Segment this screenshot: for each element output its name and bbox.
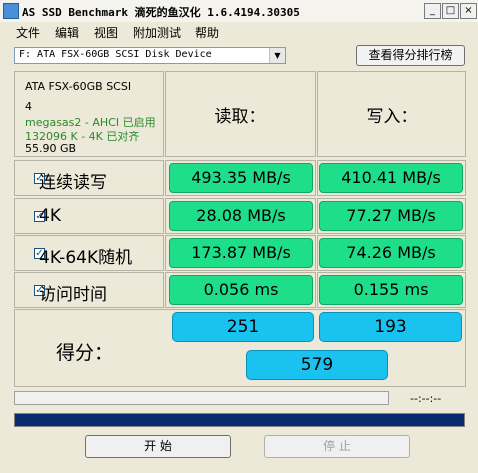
read-header: 读取： (214, 107, 266, 127)
sequential-write-value: 410.41 MB/s (319, 163, 463, 193)
4k-64k-label: 4K-64K随机 (39, 248, 133, 268)
menu-extra-tests[interactable]: 附加测试 (133, 24, 181, 41)
4k-64k-write-value: 74.26 MB/s (319, 238, 463, 268)
chevron-down-icon[interactable]: ▼ (269, 48, 285, 63)
close-button[interactable]: × (460, 3, 477, 19)
write-header: 写入： (366, 107, 418, 127)
row-access-time: ✓ 访问时间 (14, 272, 164, 308)
window-title: AS SSD Benchmark 滴死的鱼汉化 1.6.4194.30305 (22, 6, 300, 19)
start-button[interactable]: 开 始 (85, 435, 231, 458)
test-progress-bar (14, 391, 389, 405)
menu-file[interactable]: 文件 (16, 24, 40, 41)
score-total-value: 579 (246, 350, 388, 380)
score-read-value: 251 (172, 312, 314, 342)
score-write-value: 193 (319, 312, 462, 342)
row-4k-64thrd: ✓ 4K-64K随机 (14, 235, 164, 271)
row-4k: ✓ 4K (14, 198, 164, 234)
drive-select-value: F: ATA FSX-60GB SCSI Disk Device (19, 49, 212, 60)
4k-read-value: 28.08 MB/s (169, 201, 313, 231)
score-label: 得分： (56, 342, 114, 364)
overall-progress-fill (15, 414, 464, 426)
access-time-read-value: 0.056 ms (169, 275, 313, 305)
sequential-label: 连续读写 (39, 173, 107, 193)
sequential-read-value: 493.35 MB/s (169, 163, 313, 193)
4k-write-value: 77.27 MB/s (319, 201, 463, 231)
drive-select[interactable]: F: ATA FSX-60GB SCSI Disk Device ▼ (14, 47, 286, 64)
drive-model: ATA FSX-60GB SCSI (25, 80, 132, 93)
drive-size: 55.90 GB (25, 142, 77, 155)
app-icon (3, 3, 19, 19)
drive-info-panel: ATA FSX-60GB SCSI 4 megasas2 - AHCI 已启用 … (14, 71, 164, 157)
minimize-button[interactable]: _ (424, 3, 441, 19)
drive-number: 4 (25, 100, 32, 113)
app-window: AS SSD Benchmark 滴死的鱼汉化 1.6.4194.30305 _… (0, 0, 478, 473)
write-header-panel: 写入： (317, 71, 466, 157)
stop-button[interactable]: 停 止 (264, 435, 410, 458)
access-time-write-value: 0.155 ms (319, 275, 463, 305)
menu-edit[interactable]: 编辑 (55, 24, 79, 41)
row-sequential: ✓ 连续读写 (14, 160, 164, 196)
maximize-button[interactable]: □ (442, 3, 459, 19)
access-time-label: 访问时间 (39, 285, 107, 305)
menu-help[interactable]: 帮助 (195, 24, 219, 41)
menu-bar: 文件 编辑 视图 附加测试 帮助 (0, 22, 478, 40)
menu-view[interactable]: 视图 (94, 24, 118, 41)
view-ranking-button[interactable]: 查看得分排行榜 (356, 45, 465, 66)
4k-label: 4K (39, 206, 61, 226)
4k-64k-read-value: 173.87 MB/s (169, 238, 313, 268)
time-readout: --:--:-- (410, 392, 442, 405)
title-bar[interactable]: AS SSD Benchmark 滴死的鱼汉化 1.6.4194.30305 _… (0, 0, 478, 22)
overall-progress-bar (14, 413, 465, 427)
read-header-panel: 读取： (165, 71, 316, 157)
